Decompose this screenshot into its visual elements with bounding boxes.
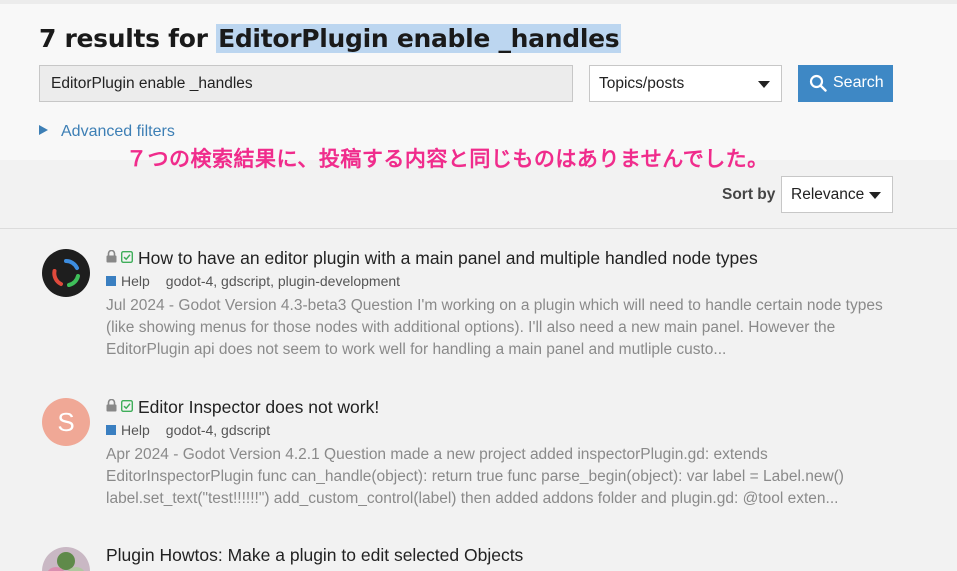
result-date: Apr 2024 [106, 446, 169, 463]
caret-right-icon [39, 125, 48, 135]
date-separator: - [168, 446, 183, 463]
category-badge-icon [106, 276, 116, 286]
result-title-text: Plugin Howtos: Make a plugin to edit sel… [106, 545, 524, 565]
solved-check-icon [120, 396, 134, 417]
tag-list[interactable]: godot-4, gdscript, plugin-development [166, 273, 400, 289]
result-title-text: Editor Inspector does not work! [138, 397, 380, 417]
tag-list[interactable]: godot-4, gdscript [166, 422, 270, 438]
avatar[interactable]: S [42, 398, 90, 446]
sort-select[interactable]: Relevance [781, 176, 893, 213]
sort-value: Relevance [791, 186, 865, 203]
search-type-select[interactable]: Topics/posts [589, 65, 782, 102]
search-header: 7 results for EditorPlugin enable _handl… [0, 0, 957, 160]
result-date: Jul 2024 [106, 297, 165, 314]
result-meta: Help godot-4, gdscript [106, 422, 270, 438]
result-excerpt: Godot Version 4.2.1 Question made a new … [106, 446, 844, 507]
category-link[interactable]: Help [121, 422, 150, 438]
date-separator: - [164, 297, 179, 314]
results-count-label: 7 results for [39, 24, 208, 53]
result-excerpt: Godot Version 4.3-beta3 Question I'm wor… [106, 297, 883, 358]
divider [0, 228, 957, 229]
result-title[interactable]: Editor Inspector does not work! [106, 396, 379, 418]
search-input[interactable]: EditorPlugin enable _handles [39, 65, 573, 102]
results-query: EditorPlugin enable _handles [216, 24, 622, 53]
solved-check-icon [120, 247, 134, 268]
chevron-down-icon [869, 192, 881, 199]
search-button[interactable]: Search [798, 65, 893, 102]
annotation-overlay-text: ７つの検索結果に、投稿する内容と同じものはありませんでした。 [126, 147, 769, 171]
search-button-label: Search [833, 74, 884, 91]
lock-icon [106, 396, 117, 417]
advanced-filters-label: Advanced filters [61, 123, 175, 140]
category-badge-icon [106, 425, 116, 435]
result-meta: Help godot-4, gdscript, plugin-developmen… [106, 273, 400, 289]
result-title-text: How to have an editor plugin with a main… [138, 248, 758, 268]
avatar[interactable] [42, 249, 90, 297]
chevron-down-icon [758, 81, 770, 88]
category-link[interactable]: Help [121, 273, 150, 289]
sort-label: Sort by [722, 186, 776, 203]
search-type-value: Topics/posts [599, 75, 685, 92]
avatar[interactable] [42, 547, 90, 571]
result-blurb: Jul 2024 - Godot Version 4.3-beta3 Quest… [106, 295, 896, 361]
result-title[interactable]: Plugin Howtos: Make a plugin to edit sel… [106, 545, 523, 566]
lock-icon [106, 247, 117, 268]
result-title[interactable]: How to have an editor plugin with a main… [106, 247, 758, 269]
advanced-filters-toggle[interactable]: Advanced filters [39, 123, 175, 141]
page-title: 7 results for EditorPlugin enable _handl… [39, 24, 622, 53]
result-blurb: Apr 2024 - Godot Version 4.2.1 Question … [106, 444, 896, 510]
search-icon [809, 74, 827, 97]
